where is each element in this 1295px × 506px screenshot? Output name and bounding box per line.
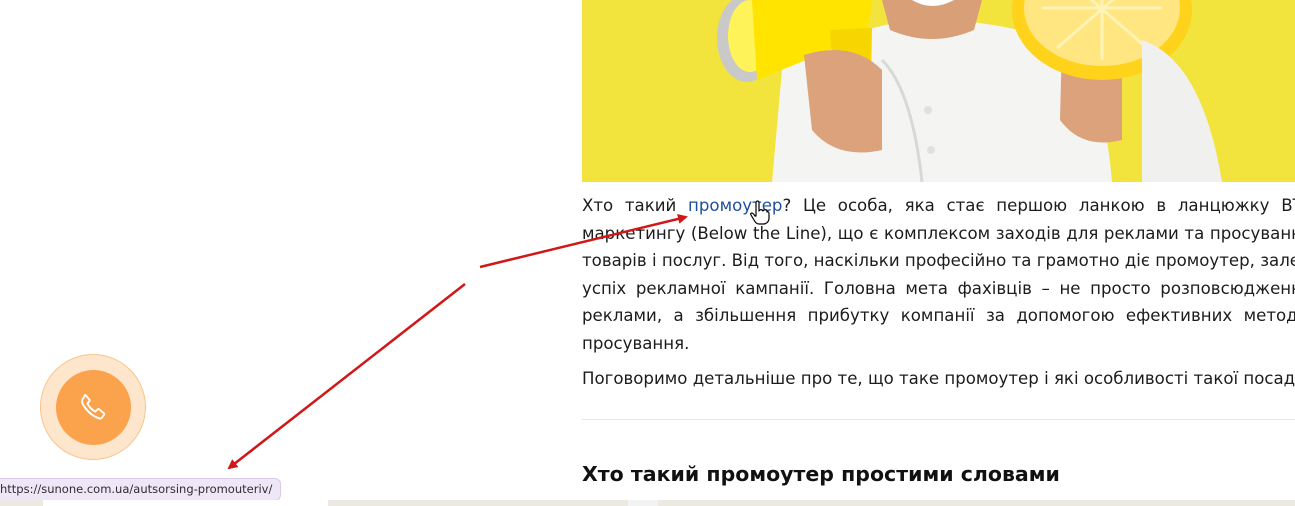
status-bar-url: https://sunone.com.ua/autsorsing-promout… (0, 478, 282, 501)
paragraph-line: Хто такий промоутер? Це особа, яка стає … (582, 192, 1295, 220)
section-heading: Хто такий промоутер простими словами (582, 462, 1060, 486)
section-divider (582, 419, 1295, 420)
paragraph-line: реклами, а збільшення прибутку компанії … (582, 306, 1295, 326)
second-paragraph: Поговоримо детальніше про те, що таке пр… (582, 368, 1295, 388)
text-after-link: ? Це особа, яка стає першою ланкою в лан… (782, 196, 1295, 215)
paragraph-line: просування. (582, 333, 690, 353)
paragraph-line: маркетингу (Below the Line), що є компле… (582, 223, 1295, 243)
intro-paragraph: Хто такий промоутер? Це особа, яка стає … (582, 192, 1295, 358)
arrow-to-status-bar (227, 283, 466, 470)
hero-image (582, 0, 1295, 182)
call-button[interactable] (56, 370, 131, 445)
paragraph-line: успіх рекламної кампанії. Головна мета ф… (582, 278, 1295, 298)
bottom-strip-segment (628, 500, 658, 506)
phone-icon (81, 393, 106, 420)
hand-cursor-icon (750, 200, 770, 225)
article-body: Хто такий промоутер? Це особа, яка стає … (582, 192, 1295, 392)
bottom-strip-segment (43, 500, 328, 506)
bottom-strip (0, 500, 1295, 506)
text-before-link: Хто такий (582, 196, 689, 215)
paragraph-line: товарів і послуг. Від того, наскільки пр… (582, 251, 1295, 271)
